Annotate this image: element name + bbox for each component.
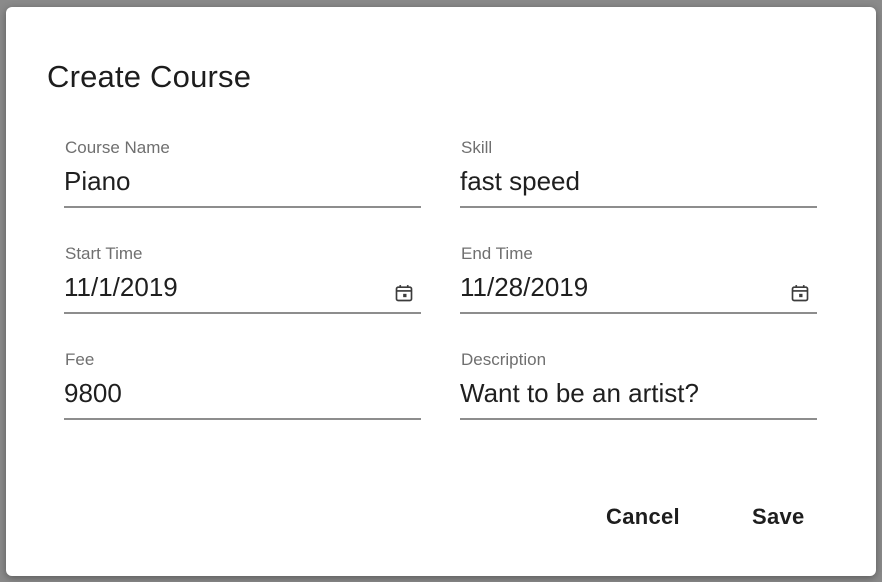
course-name-underline <box>64 206 421 208</box>
end-time-label: End Time <box>461 244 533 263</box>
end-time-underline <box>460 312 817 314</box>
course-name-input[interactable]: Piano <box>64 164 131 198</box>
description-field[interactable]: Description Want to be an artist? <box>460 350 817 425</box>
skill-label: Skill <box>461 138 493 157</box>
start-time-field[interactable]: Start Time 11/1/2019 <box>64 244 421 319</box>
save-button[interactable]: Save <box>744 499 813 535</box>
calendar-icon[interactable] <box>790 283 810 303</box>
skill-field[interactable]: Skill fast speed <box>460 138 817 213</box>
skill-underline <box>460 206 817 208</box>
description-underline <box>460 418 817 420</box>
cancel-button[interactable]: Cancel <box>598 499 688 535</box>
description-input[interactable]: Want to be an artist? <box>460 376 699 410</box>
start-time-label: Start Time <box>65 244 143 263</box>
course-name-field[interactable]: Course Name Piano <box>64 138 421 213</box>
start-time-underline <box>64 312 421 314</box>
fee-field[interactable]: Fee 9800 <box>64 350 421 425</box>
description-label: Description <box>461 350 547 369</box>
end-time-field[interactable]: End Time 11/28/2019 <box>460 244 817 319</box>
calendar-icon[interactable] <box>394 283 414 303</box>
dialog-title: Create Course <box>47 59 252 94</box>
fee-label: Fee <box>65 350 95 369</box>
create-course-dialog: Create Course Course Name Piano Skill fa… <box>6 7 876 576</box>
start-time-input[interactable]: 11/1/2019 <box>64 270 178 304</box>
course-name-label: Course Name <box>65 138 170 157</box>
end-time-input[interactable]: 11/28/2019 <box>460 270 588 304</box>
skill-input[interactable]: fast speed <box>460 164 580 198</box>
fee-input[interactable]: 9800 <box>64 376 122 410</box>
fee-underline <box>64 418 421 420</box>
